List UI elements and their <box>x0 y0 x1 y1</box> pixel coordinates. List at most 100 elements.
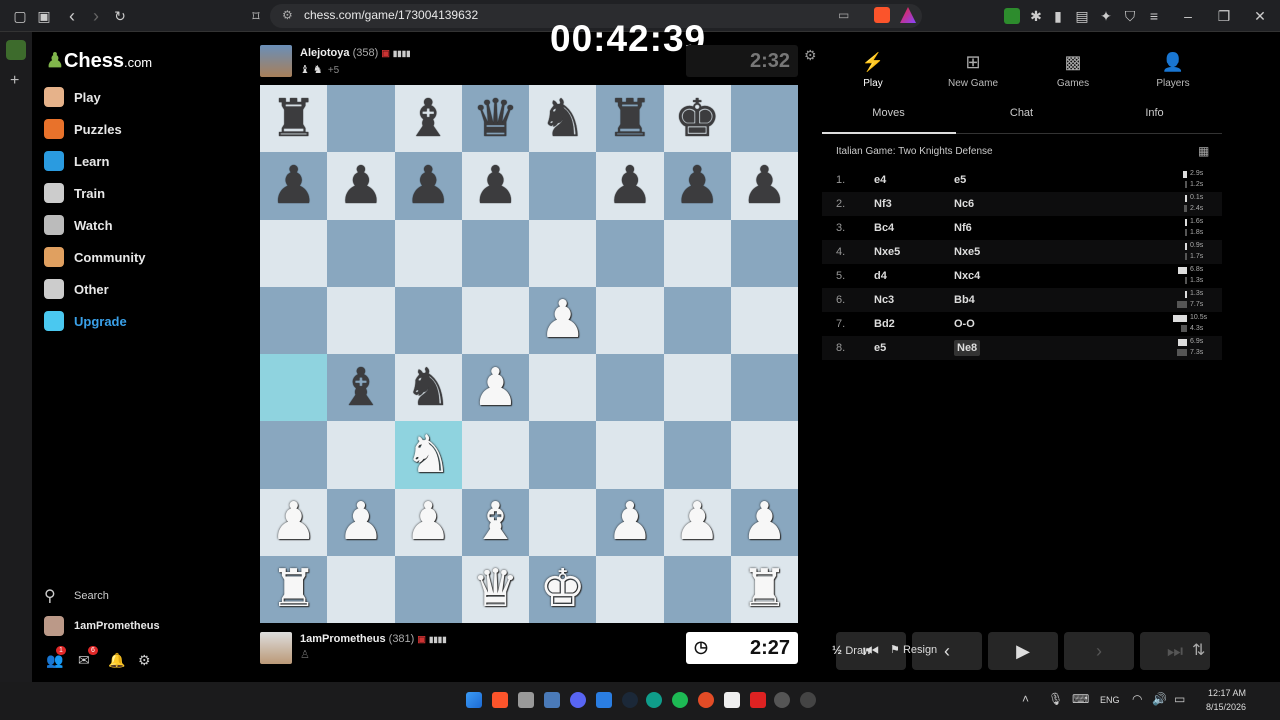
square-c6[interactable] <box>394 219 462 287</box>
tab-info[interactable]: Info <box>1088 107 1221 119</box>
nav-community[interactable]: Community <box>44 245 234 269</box>
black-move[interactable]: Nf6 <box>954 222 972 234</box>
white-pawn-icon[interactable]: ♟ <box>674 496 721 548</box>
white-rook-icon[interactable]: ♜ <box>741 563 788 615</box>
square-f8[interactable]: ♜ <box>596 85 664 153</box>
square-c4[interactable]: ♞ <box>394 354 462 422</box>
square-c3[interactable]: ♞ <box>394 421 462 489</box>
add-tab-icon[interactable]: + <box>10 72 19 90</box>
app2-icon[interactable] <box>800 692 816 708</box>
nav-upgrade[interactable]: Upgrade <box>44 309 234 333</box>
square-b2[interactable]: ♟ <box>327 488 395 556</box>
square-a7[interactable]: ♟ <box>260 152 328 220</box>
square-h8[interactable] <box>730 85 798 153</box>
sidebar-icon[interactable]: ▮ <box>1048 6 1068 26</box>
square-e6[interactable] <box>529 219 597 287</box>
square-g5[interactable] <box>663 286 731 354</box>
square-g1[interactable] <box>663 555 731 623</box>
topnav-play[interactable]: ⚡ Play <box>828 52 918 89</box>
board-settings-icon[interactable]: ⚙ <box>804 47 817 64</box>
white-move[interactable]: Nc3 <box>874 294 894 306</box>
chrome-icon[interactable] <box>698 692 714 708</box>
black-pawn-icon[interactable]: ♟ <box>338 160 385 212</box>
white-move[interactable]: Nxe5 <box>874 246 900 258</box>
square-c8[interactable]: ♝ <box>394 85 462 153</box>
document-icon[interactable] <box>724 692 740 708</box>
resign-button[interactable]: ⚑ Resign <box>890 643 937 656</box>
square-f2[interactable]: ♟ <box>596 488 664 556</box>
topnav-new-game[interactable]: ⊞ New Game <box>928 52 1018 89</box>
black-pawn-icon[interactable]: ♟ <box>741 160 788 212</box>
square-h3[interactable] <box>730 421 798 489</box>
leo-icon[interactable]: ✦ <box>1096 6 1116 26</box>
square-e5[interactable]: ♟ <box>529 286 597 354</box>
white-bishop-icon[interactable]: ♝ <box>472 496 519 548</box>
reload-icon[interactable]: ↻ <box>110 6 130 26</box>
chess-board[interactable]: ♜ ♝ ♛ ♞ ♜ ♚ ♟ ♟ ♟ ♟ ♟ ♟ ♟ ♟ ♝ ♞ ♟ ♞ ♟ ♟ ♟ ♝ ♟ ♟ ♟ ♜ ♛ ♚ ♜ <box>260 85 798 623</box>
black-pawn-icon[interactable]: ♟ <box>472 160 519 212</box>
nav-other[interactable]: Other <box>44 277 234 301</box>
square-d5[interactable] <box>461 286 529 354</box>
volume-icon[interactable]: 🔊 <box>1152 692 1167 706</box>
white-move[interactable]: Bd2 <box>874 318 895 330</box>
player-name[interactable]: 1amPrometheus (381) ▣ ▮▮▮▮ <box>300 633 447 645</box>
white-pawn-icon[interactable]: ♟ <box>405 496 452 548</box>
steam-icon[interactable] <box>622 692 638 708</box>
tab-chat[interactable]: Chat <box>955 107 1088 119</box>
black-queen-icon[interactable]: ♛ <box>472 93 519 145</box>
shield-taskbar-icon[interactable] <box>544 692 560 708</box>
square-g6[interactable] <box>663 219 731 287</box>
vpn-icon[interactable]: ⛉ <box>1120 6 1140 26</box>
square-e7[interactable] <box>529 152 597 220</box>
opening-name[interactable]: Italian Game: Two Knights Defense <box>836 146 993 157</box>
flip-board-icon[interactable]: ⇅ <box>1192 640 1205 660</box>
square-a1[interactable]: ♜ <box>260 555 328 623</box>
square-e8[interactable]: ♞ <box>529 85 597 153</box>
store-icon[interactable] <box>596 692 612 708</box>
square-b4[interactable]: ♝ <box>327 354 395 422</box>
square-c7[interactable]: ♟ <box>394 152 462 220</box>
white-pawn-icon[interactable]: ♟ <box>741 496 788 548</box>
square-d4[interactable]: ♟ <box>461 354 529 422</box>
black-move[interactable]: Bb4 <box>954 294 975 306</box>
square-g8[interactable]: ♚ <box>663 85 731 153</box>
next-move-button[interactable]: › <box>1064 632 1134 670</box>
square-d8[interactable]: ♛ <box>461 85 529 153</box>
white-rook-icon[interactable]: ♜ <box>270 563 317 615</box>
tab-icon[interactable]: ▣ <box>34 6 54 26</box>
square-d2[interactable]: ♝ <box>461 488 529 556</box>
wallet-icon[interactable]: ▤ <box>1072 6 1092 26</box>
square-a2[interactable]: ♟ <box>260 488 328 556</box>
white-pawn-icon[interactable]: ♟ <box>338 496 385 548</box>
menu-icon[interactable]: ≡ <box>1144 6 1164 26</box>
app-taskbar-icon[interactable] <box>518 692 534 708</box>
opponent-avatar[interactable] <box>260 45 292 77</box>
bell-icon[interactable]: 🔔 <box>108 652 125 669</box>
square-g3[interactable] <box>663 421 731 489</box>
square-a5[interactable] <box>260 286 328 354</box>
square-f7[interactable]: ♟ <box>596 152 664 220</box>
minimize-icon[interactable]: – <box>1178 6 1198 26</box>
square-g4[interactable] <box>663 354 731 422</box>
player-avatar[interactable] <box>260 632 292 664</box>
maximize-icon[interactable]: ❐ <box>1214 6 1234 26</box>
square-b3[interactable] <box>327 421 395 489</box>
white-knight-icon[interactable]: ♞ <box>405 429 452 481</box>
draw-button[interactable]: ½ Draw <box>832 643 871 657</box>
lichess-icon[interactable] <box>750 692 766 708</box>
square-h5[interactable] <box>730 286 798 354</box>
white-king-icon[interactable]: ♚ <box>539 563 586 615</box>
chess-tab-icon[interactable] <box>6 40 26 60</box>
nav-watch[interactable]: Watch <box>44 213 234 237</box>
white-move[interactable]: Bc4 <box>874 222 894 234</box>
clock-date[interactable]: 8/15/2026 <box>1196 702 1246 712</box>
white-move[interactable]: e4 <box>874 174 886 186</box>
square-e4[interactable] <box>529 354 597 422</box>
messages-icon[interactable]: ✉ <box>78 652 90 669</box>
tray-chevron-icon[interactable]: ˄ <box>1022 692 1029 706</box>
square-e3[interactable] <box>529 421 597 489</box>
square-d1[interactable]: ♛ <box>461 555 529 623</box>
square-b7[interactable]: ♟ <box>327 152 395 220</box>
nav-learn[interactable]: Learn <box>44 149 234 173</box>
black-move[interactable]: Nxc4 <box>954 270 980 282</box>
